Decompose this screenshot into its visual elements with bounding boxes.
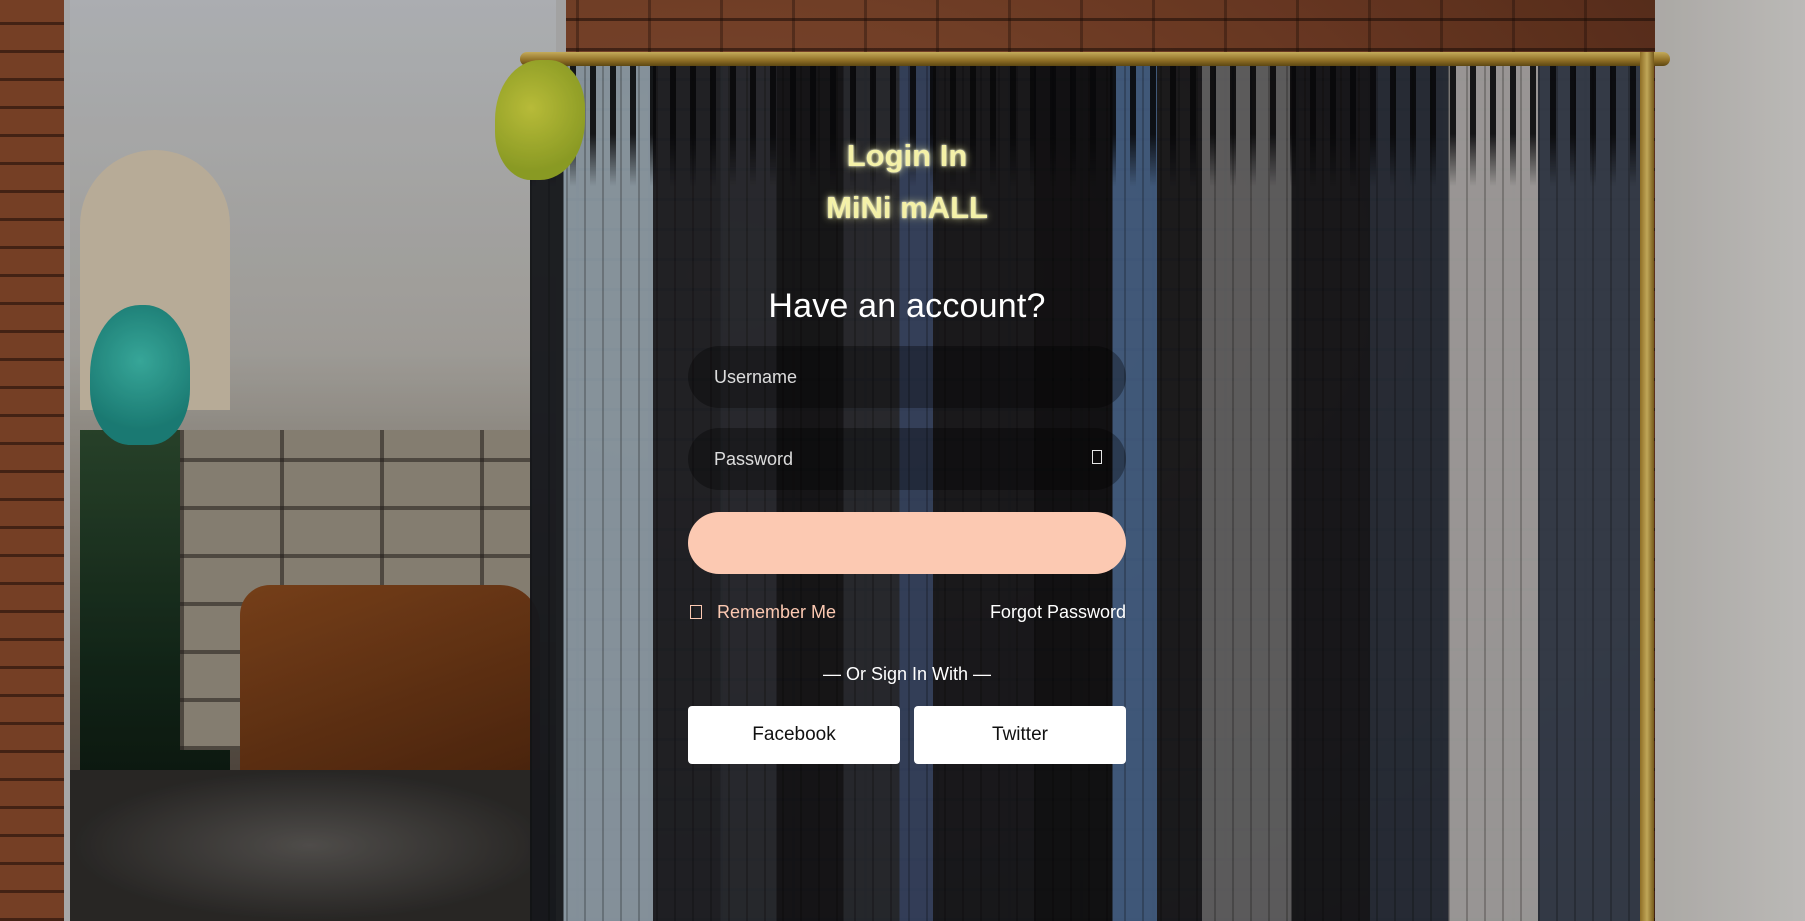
remember-me-checkbox[interactable] (690, 605, 702, 619)
password-input[interactable] (688, 428, 1126, 490)
social-divider: — Or Sign In With — (822, 664, 992, 684)
password-field (688, 428, 1126, 490)
username-input[interactable] (688, 346, 1126, 408)
remember-me[interactable]: Remember Me (688, 602, 836, 623)
remember-me-label: Remember Me (717, 601, 837, 622)
login-panel: Login In MiNi mALL Have an account? Reme… (688, 130, 1126, 764)
username-field (688, 346, 1126, 408)
brand-title: Login In MiNi mALL (688, 130, 1126, 234)
options-row: Remember Me Forgot Password (688, 600, 1126, 624)
forgot-password-link[interactable]: Forgot Password (990, 602, 1126, 623)
form-heading: Have an account? (768, 287, 1046, 325)
login-page: Login In MiNi mALL Have an account? Reme… (0, 0, 1805, 921)
eye-icon[interactable] (1092, 450, 1102, 464)
social-buttons: Facebook Twitter (688, 706, 1126, 764)
login-button[interactable] (688, 512, 1126, 574)
twitter-button[interactable]: Twitter (914, 706, 1126, 764)
brand-title-line1: Login In (846, 138, 968, 173)
facebook-button[interactable]: Facebook (688, 706, 900, 764)
brand-title-line2: MiNi mALL (826, 190, 988, 225)
